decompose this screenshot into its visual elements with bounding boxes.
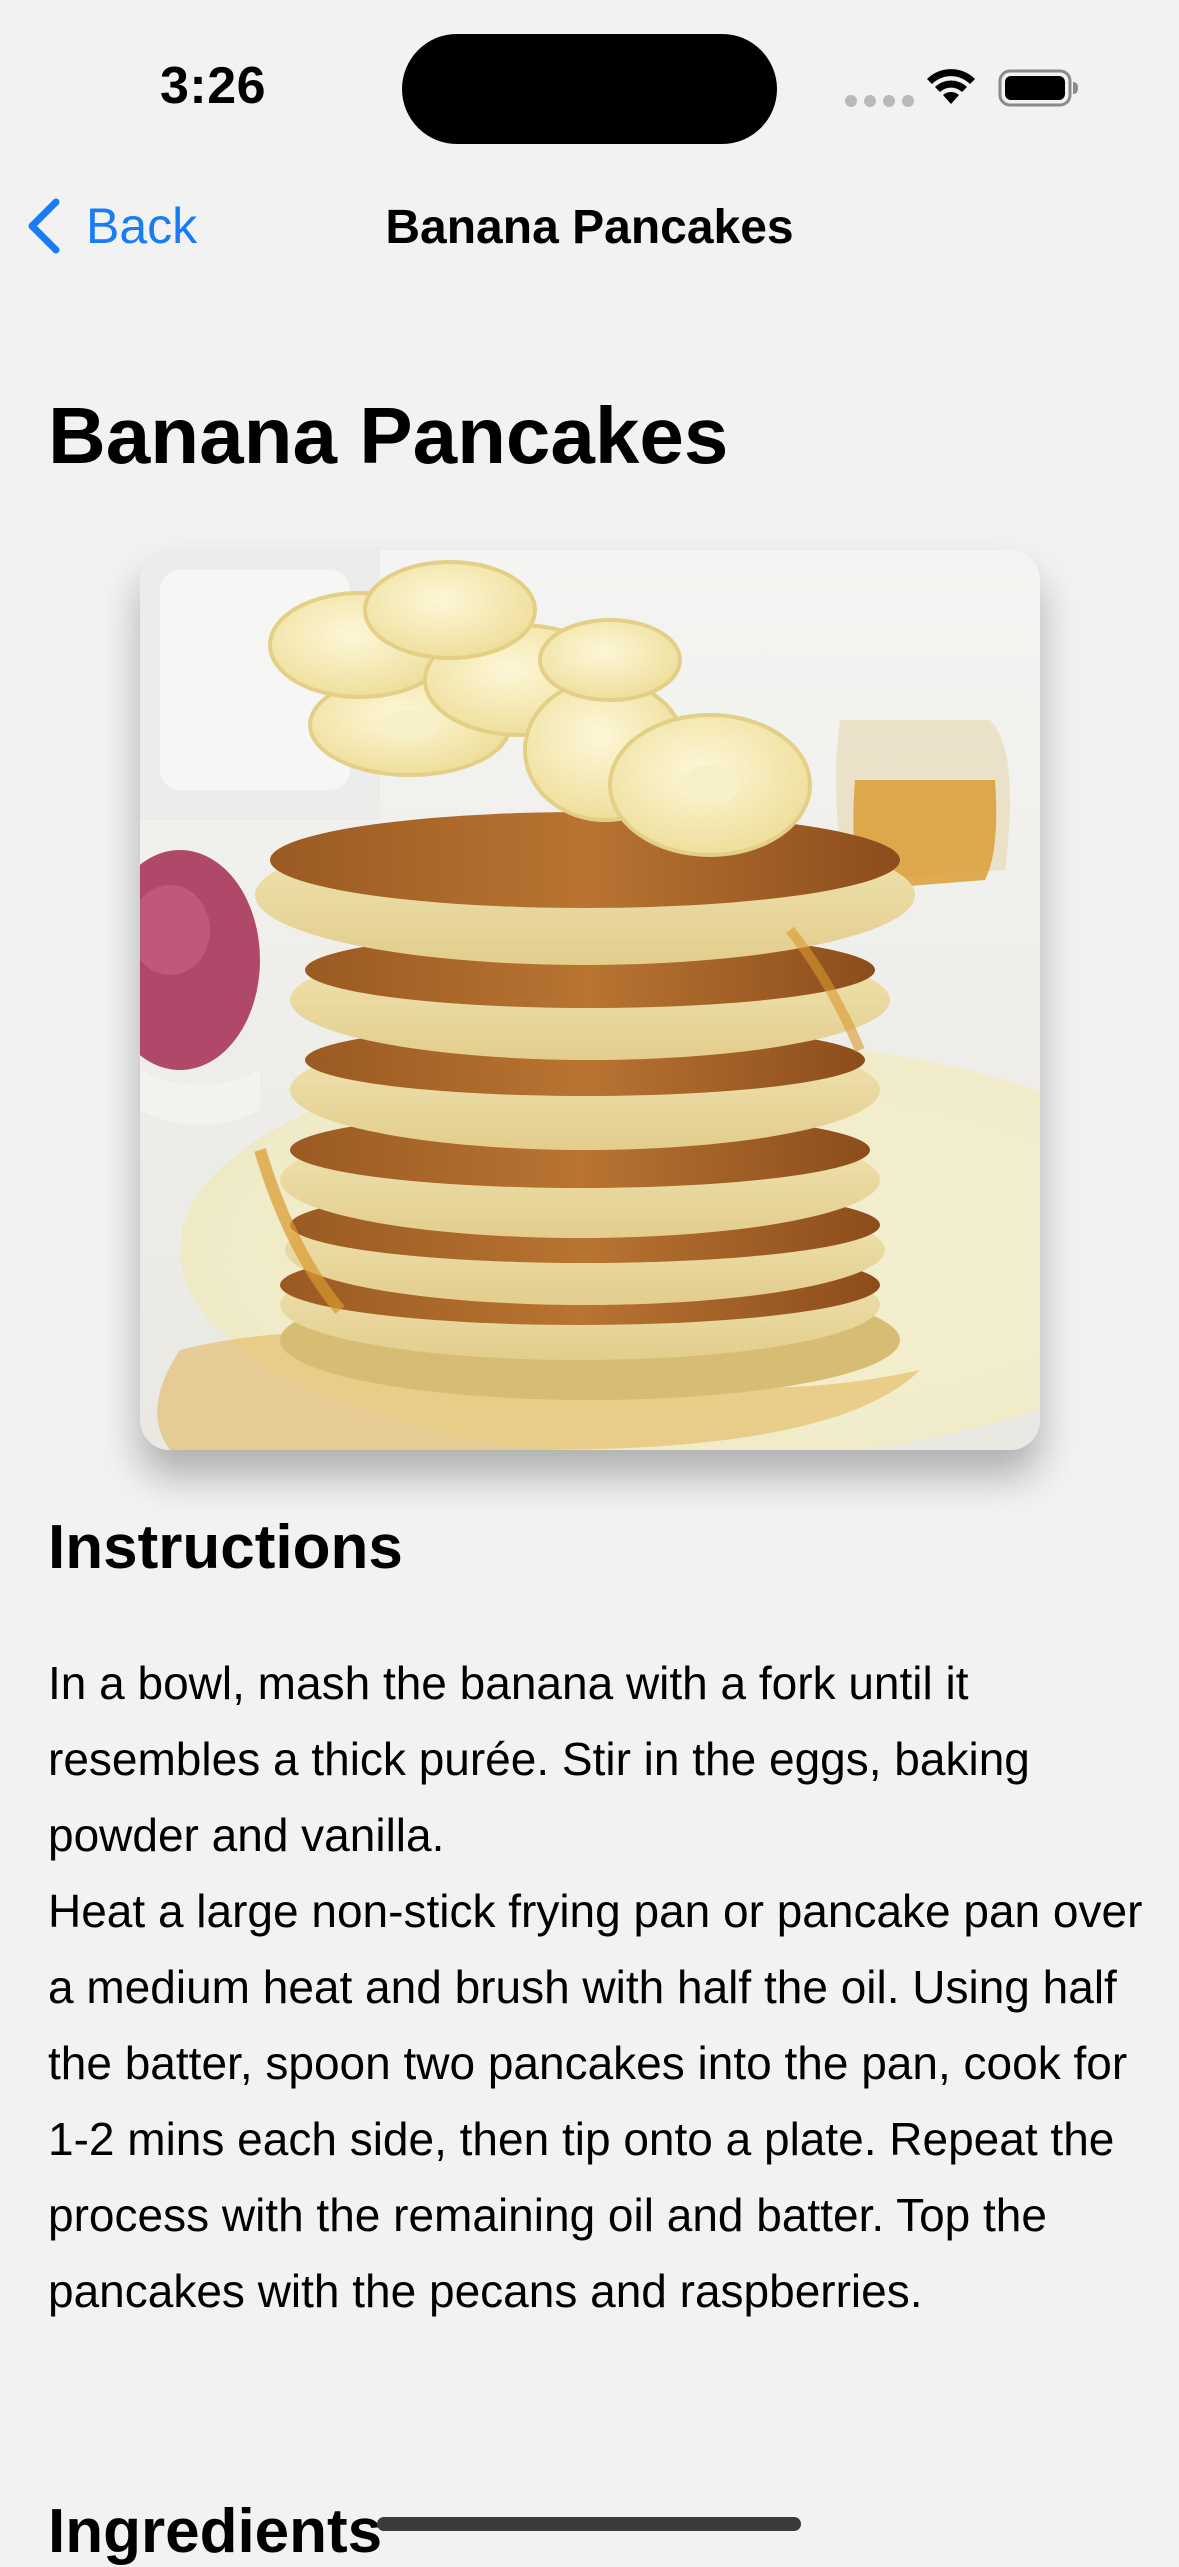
status-time: 3:26 [160,57,267,115]
navigation-bar: Back Banana Pancakes [0,170,1179,285]
recipe-image [140,550,1040,1450]
home-indicator[interactable] [377,2517,801,2531]
nav-title: Banana Pancakes [385,201,794,254]
page-title: Banana Pancakes [48,391,729,480]
wifi-icon [927,69,975,104]
instructions-text: In a bowl, mash the banana with a fork u… [48,1645,1158,2329]
status-bar: 3:26 [0,0,1179,170]
dynamic-island [402,34,777,144]
instruction-paragraph: Heat a large non-stick frying pan or pan… [48,1885,1143,2317]
cellular-signal-icon [845,95,914,107]
ingredients-heading: Ingredients [48,2497,383,2566]
instruction-paragraph: In a bowl, mash the banana with a fork u… [48,1657,1030,1861]
pancake-illustration [140,550,1040,1450]
battery-icon [998,69,1078,107]
instructions-heading: Instructions [48,1513,403,1582]
